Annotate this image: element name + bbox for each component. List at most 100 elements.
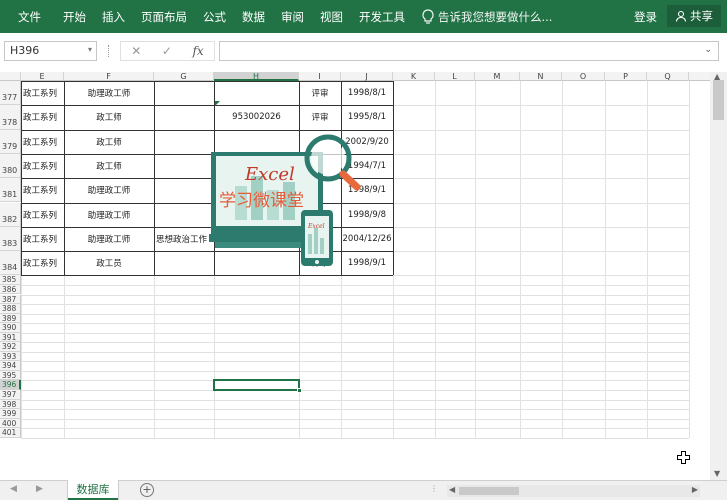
cell-f381[interactable]: 助理政工师 [64, 178, 154, 202]
column-header-i[interactable]: I [299, 72, 341, 81]
cell-e379[interactable]: 政工系列 [21, 130, 64, 154]
row-header-396[interactable]: 396 [0, 380, 21, 390]
row-header-393[interactable]: 393 [0, 351, 21, 362]
add-sheet-button[interactable]: + [140, 483, 154, 497]
column-header-n[interactable]: N [520, 72, 562, 81]
share-button[interactable]: 共享 [667, 5, 721, 27]
chevron-down-icon[interactable]: ▾ [88, 45, 92, 54]
vertical-scrollbar[interactable]: ▲ ▼ [710, 72, 727, 480]
cell-g377[interactable] [154, 81, 214, 105]
select-all-corner[interactable] [0, 72, 21, 81]
active-cell-h396[interactable] [213, 379, 302, 393]
row-header-391[interactable]: 391 [0, 332, 21, 343]
column-header-j[interactable]: J [341, 72, 393, 81]
column-header-e[interactable]: E [21, 72, 64, 81]
scroll-thumb[interactable] [713, 80, 724, 120]
tab-formulas[interactable]: 公式 [195, 9, 234, 25]
column-header-l[interactable]: L [435, 72, 475, 81]
row-header-381[interactable]: 381 [0, 178, 21, 203]
row-header-380[interactable]: 380 [0, 153, 21, 179]
row-header-397[interactable]: 397 [0, 390, 21, 400]
tell-me-box[interactable]: 告诉我您想要做什么... [421, 8, 552, 25]
error-indicator-icon[interactable] [215, 101, 220, 107]
cell-e382[interactable]: 政工系列 [21, 203, 64, 227]
enter-icon[interactable]: ✓ [162, 44, 172, 58]
row-header-398[interactable]: 398 [0, 399, 21, 410]
row-header-388[interactable]: 388 [0, 304, 21, 314]
row-header-378[interactable]: 378 [0, 105, 21, 130]
row-header-385[interactable]: 385 [0, 275, 21, 285]
cell-j377[interactable]: 1998/8/1 [341, 81, 393, 105]
row-header-382[interactable]: 382 [0, 202, 21, 227]
formula-input[interactable]: ⌄ [219, 41, 719, 61]
column-header-o[interactable]: O [562, 72, 605, 81]
row-header-389[interactable]: 389 [0, 313, 21, 324]
cell-e378[interactable]: 政工系列 [21, 105, 64, 129]
row-header-377[interactable]: 377 [0, 81, 21, 106]
tab-file[interactable]: 文件 [0, 9, 49, 25]
cell-e380[interactable]: 政工系列 [21, 154, 64, 178]
row-header-400[interactable]: 400 [0, 418, 21, 429]
scroll-down-icon[interactable]: ▼ [714, 469, 720, 478]
row-header-384[interactable]: 384 [0, 251, 21, 276]
cell-e383[interactable]: 政工系列 [21, 227, 64, 251]
tab-developer[interactable]: 开发工具 [351, 9, 413, 25]
column-header-g[interactable]: G [154, 72, 214, 81]
cell-f380[interactable]: 政工师 [64, 154, 154, 178]
cell-i378[interactable]: 评审 [299, 105, 341, 129]
cell-f382[interactable]: 助理政工师 [64, 203, 154, 227]
row-header-386[interactable]: 386 [0, 284, 21, 295]
tab-data[interactable]: 数据 [234, 9, 273, 25]
row-header-390[interactable]: 390 [0, 323, 21, 333]
column-header-q[interactable]: Q [647, 72, 689, 81]
column-header-f[interactable]: F [64, 72, 154, 81]
tab-home[interactable]: 开始 [55, 9, 94, 25]
cell-j378[interactable]: 1995/8/1 [341, 105, 393, 129]
row-header-379[interactable]: 379 [0, 129, 21, 154]
sheet-next-icon[interactable]: ▶ [36, 484, 43, 494]
row-header-394[interactable]: 394 [0, 361, 21, 371]
cell-i377[interactable]: 评审 [299, 81, 341, 105]
name-box[interactable]: H396 ▾ [4, 41, 97, 61]
cell-f379[interactable]: 政工师 [64, 130, 154, 154]
grid-line [605, 81, 606, 438]
horizontal-scroll-thumb[interactable] [459, 487, 519, 495]
sheet-tab-database[interactable]: 数据库 [68, 480, 118, 500]
tab-insert[interactable]: 插入 [94, 9, 133, 25]
row-header-401[interactable]: 401 [0, 428, 21, 438]
sheet-tab-bar: ◀ ▶ 数据库 + ⋮ ◀ ▶ [0, 480, 727, 500]
tab-splitter-icon[interactable]: ⋮ [430, 484, 438, 493]
cell-e377[interactable]: 政工系列 [21, 81, 64, 105]
horizontal-scrollbar[interactable]: ◀ ▶ [447, 485, 700, 497]
cell-h378[interactable]: 953002026 [214, 105, 299, 129]
tab-view[interactable]: 视图 [312, 9, 351, 25]
cell-f384[interactable]: 政工员 [64, 251, 154, 275]
insert-function-icon[interactable]: fx [192, 44, 203, 58]
tab-page-layout[interactable]: 页面布局 [133, 9, 195, 25]
row-header-387[interactable]: 387 [0, 294, 21, 305]
row-header-383[interactable]: 383 [0, 226, 21, 252]
cell-h377[interactable] [214, 81, 299, 105]
login-link[interactable]: 登录 [634, 9, 657, 25]
column-header-bar: EFGHIJKLMNOPQ [0, 72, 710, 81]
tab-review[interactable]: 审阅 [273, 9, 312, 25]
cell-g378[interactable] [154, 105, 214, 129]
row-header-392[interactable]: 392 [0, 342, 21, 352]
row-header-395[interactable]: 395 [0, 370, 21, 381]
scroll-left-icon[interactable]: ◀ [449, 485, 455, 494]
expand-formula-icon[interactable]: ⌄ [704, 45, 712, 55]
cell-f378[interactable]: 政工师 [64, 105, 154, 129]
cell-e381[interactable]: 政工系列 [21, 178, 64, 202]
column-header-p[interactable]: P [605, 72, 647, 81]
row-header-399[interactable]: 399 [0, 409, 21, 419]
cell-f383[interactable]: 助理政工师 [64, 227, 154, 251]
cell-f377[interactable]: 助理政工师 [64, 81, 154, 105]
column-header-k[interactable]: K [393, 72, 435, 81]
column-header-h[interactable]: H [214, 72, 299, 81]
cancel-icon[interactable]: ✕ [131, 44, 141, 58]
cell-e384[interactable]: 政工系列 [21, 251, 64, 275]
sheet-prev-icon[interactable]: ◀ [10, 484, 17, 494]
scroll-right-icon[interactable]: ▶ [692, 485, 698, 494]
fill-handle[interactable] [297, 387, 302, 393]
column-header-m[interactable]: M [475, 72, 520, 81]
